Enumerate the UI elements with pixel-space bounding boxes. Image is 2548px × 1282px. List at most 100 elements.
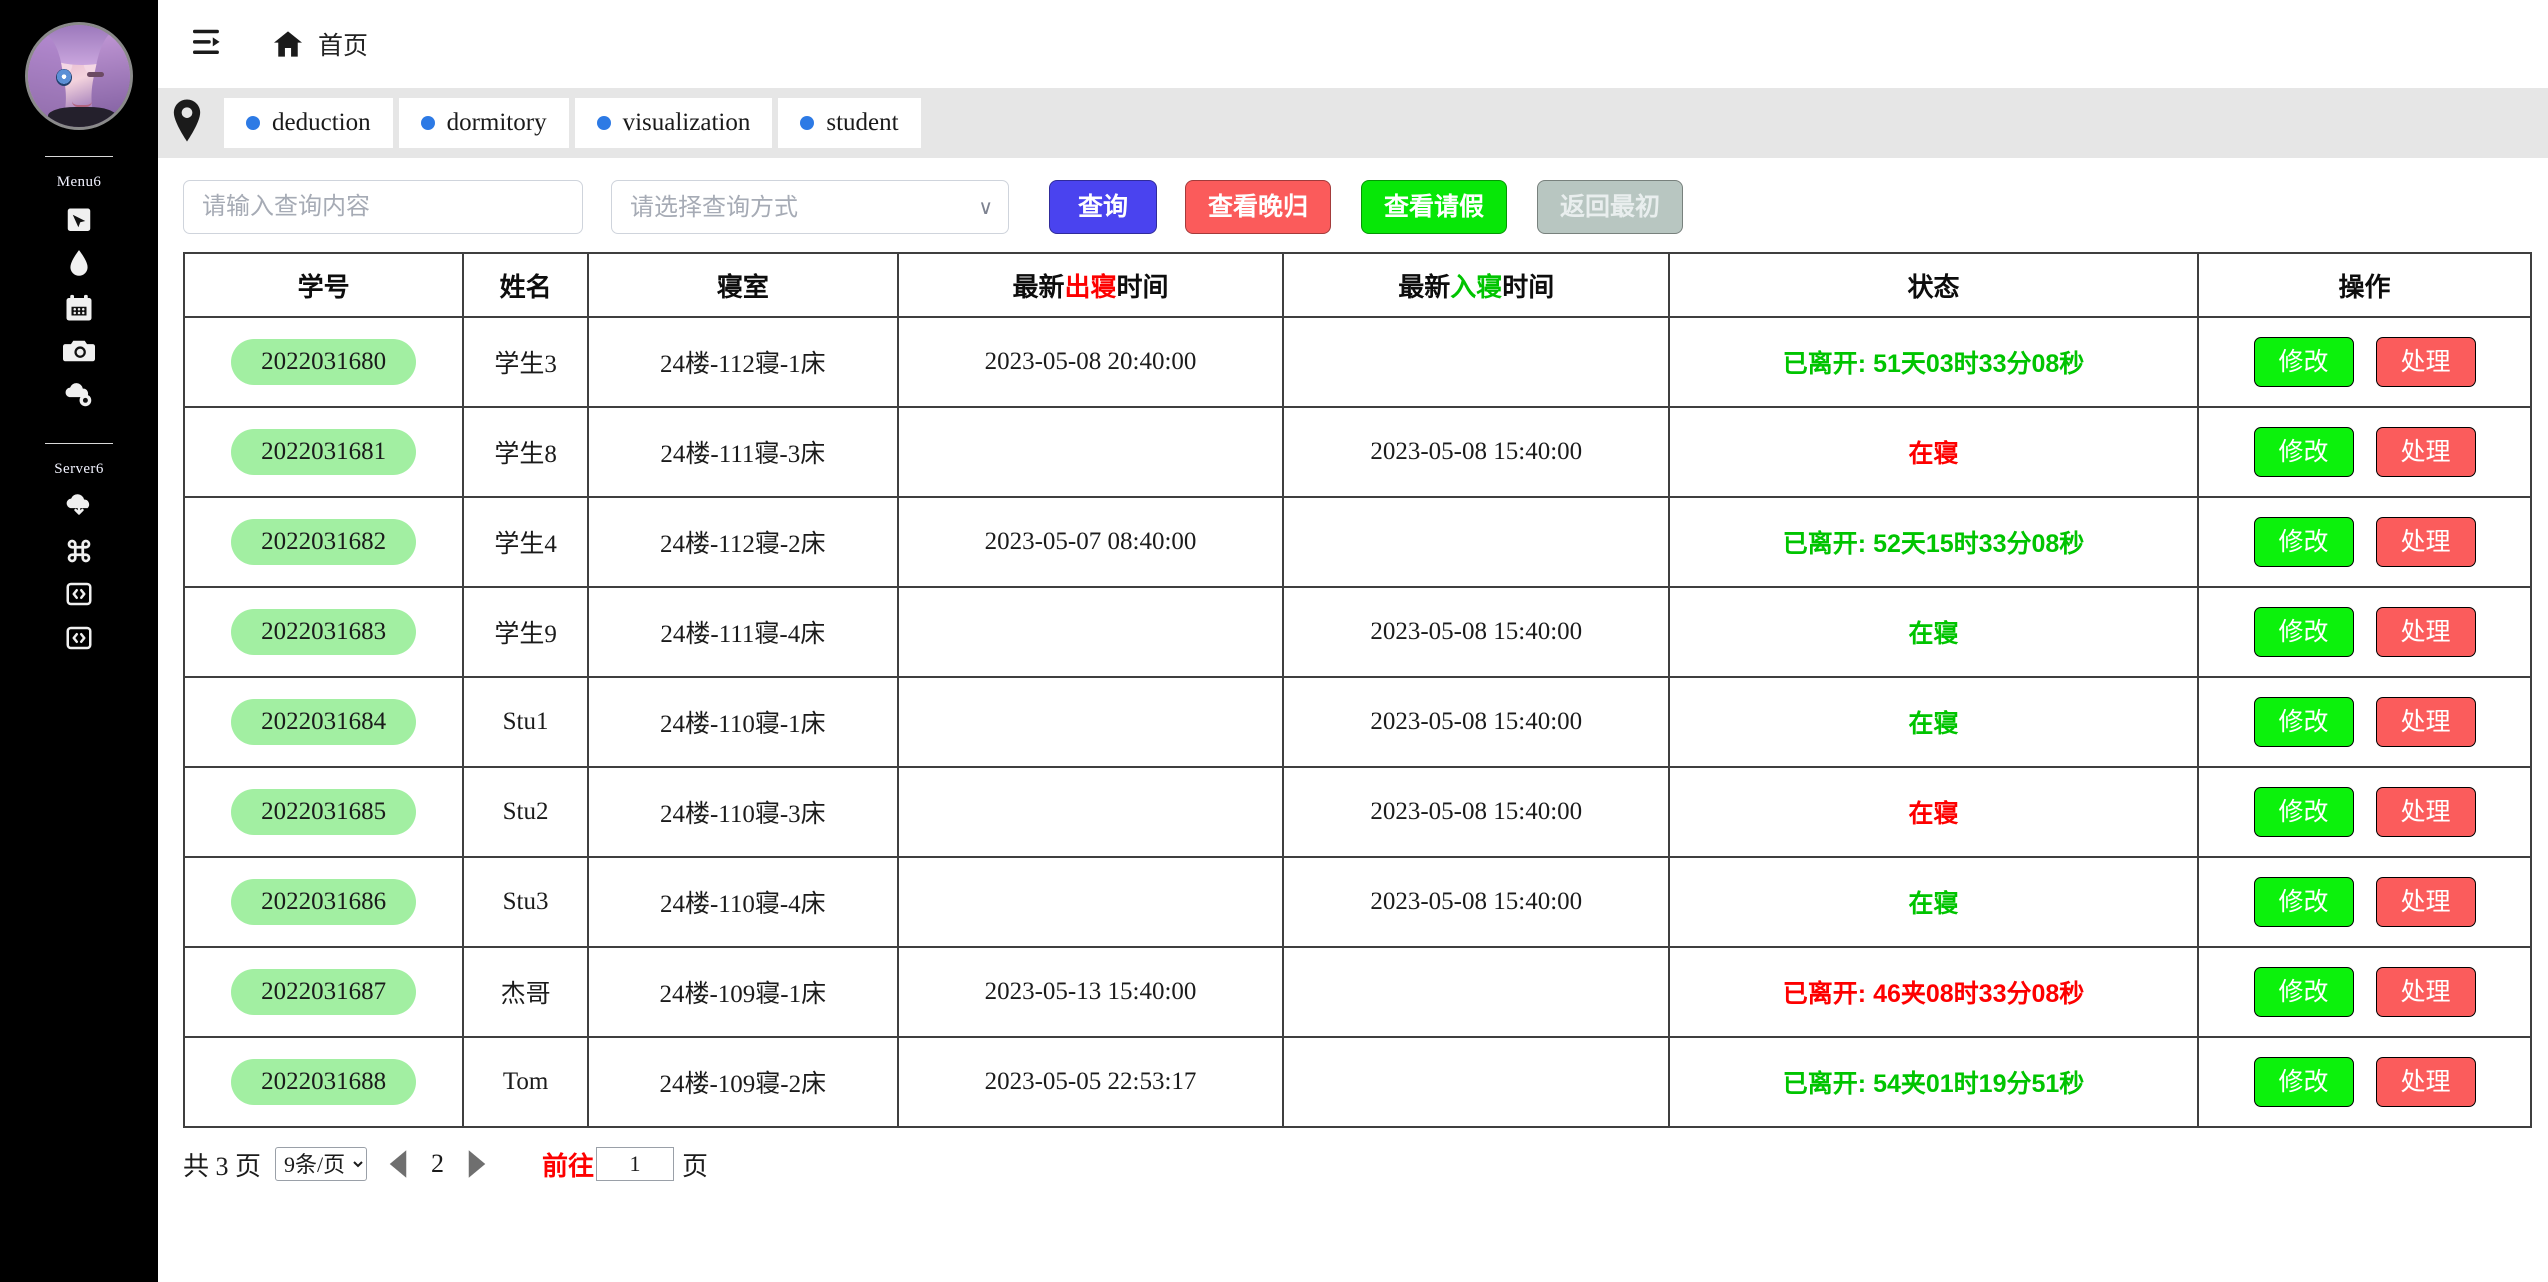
page-size-select[interactable]: 9条/页	[275, 1147, 368, 1181]
status-badge: 在寝	[1908, 800, 1959, 828]
handle-button[interactable]: 处理	[2375, 1057, 2476, 1107]
sidebar-item-code-brackets[interactable]	[0, 573, 158, 617]
cell-student-id: 2022031683	[182, 586, 465, 678]
tab-deduction[interactable]: deduction	[224, 98, 393, 148]
cell-student-id: 2022031682	[182, 496, 465, 588]
cell-room: 24楼-110寝-1床	[587, 676, 899, 768]
cell-operations: 修改 处理	[2197, 676, 2532, 768]
cell-operations: 修改 处理	[2197, 856, 2532, 948]
student-id-badge: 2022031680	[231, 339, 417, 385]
handle-button[interactable]: 处理	[2375, 967, 2476, 1017]
table-row: 2022031685 Stu2 24楼-110寝-3床 2023-05-08 15:4…	[182, 766, 2532, 858]
cell-status: 已离开: 46夹08时33分08秒	[1668, 946, 2199, 1038]
view-late-button[interactable]: 查看晚归	[1185, 180, 1332, 234]
cell-name: 学生8	[462, 406, 590, 498]
menu-collapse-icon	[191, 27, 225, 62]
edit-button[interactable]: 修改	[2253, 877, 2354, 927]
sidebar-item-calendar[interactable]	[0, 286, 158, 330]
current-page-number[interactable]: 2	[431, 1149, 444, 1179]
breadcrumb[interactable]: 首页	[272, 26, 368, 62]
query-button[interactable]: 查询	[1049, 180, 1158, 234]
cell-in-time	[1282, 1036, 1671, 1128]
menu-collapse-button[interactable]	[182, 18, 234, 70]
edit-button[interactable]: 修改	[2253, 517, 2354, 567]
cell-out-time: 2023-05-13 15:40:00	[896, 946, 1285, 1038]
handle-button[interactable]: 处理	[2375, 697, 2476, 747]
cell-name: 学生3	[462, 316, 590, 408]
view-leave-button[interactable]: 查看请假	[1361, 180, 1508, 234]
table-row: 2022031681 学生8 24楼-111寝-3床 2023-05-08 15:40…	[182, 406, 2532, 498]
handle-button[interactable]: 处理	[2375, 787, 2476, 837]
home-icon	[272, 29, 304, 59]
prev-page-button[interactable]	[381, 1144, 415, 1184]
table-header-text: 最新	[1398, 271, 1451, 302]
location-pin-icon[interactable]	[170, 99, 204, 147]
goto-page-input[interactable]	[596, 1147, 675, 1181]
page-unit-label: 页	[682, 1151, 709, 1181]
handle-button[interactable]: 处理	[2375, 337, 2476, 387]
tab-visualization[interactable]: visualization	[574, 98, 773, 148]
table-header-cell: 姓名	[462, 252, 590, 318]
sidebar-item-camera[interactable]	[0, 330, 158, 374]
sidebar-item-cloud-gear[interactable]	[0, 373, 158, 417]
cell-status: 在寝	[1668, 676, 2199, 768]
status-badge: 已离开: 51天03时33分08秒	[1782, 350, 2085, 378]
table-row: 2022031682 学生4 24楼-112寝-2床 2023-05-07 08:40…	[182, 496, 2532, 588]
query-mode-select[interactable]: 请选择查询方式	[611, 180, 1009, 234]
edit-button[interactable]: 修改	[2253, 337, 2354, 387]
student-id-badge: 2022031684	[231, 699, 417, 745]
tab-student[interactable]: student	[778, 98, 921, 148]
cell-student-id: 2022031684	[182, 676, 465, 768]
handle-button[interactable]: 处理	[2375, 427, 2476, 477]
cell-student-id: 2022031686	[182, 856, 465, 948]
cell-out-time: 2023-05-05 22:53:17	[896, 1036, 1285, 1128]
edit-button[interactable]: 修改	[2253, 607, 2354, 657]
status-badge: 已离开: 46夹08时33分08秒	[1782, 980, 2085, 1008]
edit-button[interactable]: 修改	[2253, 427, 2354, 477]
table-header-cell: 学号	[182, 252, 465, 318]
cell-status: 已离开: 52天15时33分08秒	[1668, 496, 2199, 588]
command-icon	[64, 536, 94, 566]
tab-label: visualization	[622, 109, 751, 136]
edit-button[interactable]: 修改	[2253, 697, 2354, 747]
tab-label: dormitory	[446, 109, 547, 136]
tab-dot-icon	[420, 116, 435, 130]
tab-dormitory[interactable]: dormitory	[398, 98, 569, 148]
handle-button[interactable]: 处理	[2375, 517, 2476, 567]
sidebar-item-command[interactable]	[0, 529, 158, 573]
table-header-text: 寝室	[716, 271, 769, 302]
table-row: 2022031683 学生9 24楼-111寝-4床 2023-05-08 15:40…	[182, 586, 2532, 678]
handle-button[interactable]: 处理	[2375, 877, 2476, 927]
avatar[interactable]	[25, 22, 133, 130]
next-page-button[interactable]	[460, 1144, 494, 1184]
cell-name: Stu1	[462, 676, 590, 768]
table-head: 学号 姓名 寝室 最新出寝时间 最新入寝时间 状态 操作	[182, 252, 2532, 318]
cell-in-time: 2023-05-08 15:40:00	[1282, 676, 1671, 768]
query-toolbar: 请选择查询方式 ∨ 查询 查看晚归 查看请假 返回最初	[158, 158, 2548, 252]
code-brackets-icon	[64, 579, 94, 609]
table-row: 2022031686 Stu3 24楼-110寝-4床 2023-05-08 15:4…	[182, 856, 2532, 948]
search-input[interactable]	[183, 180, 583, 234]
cell-out-time	[896, 856, 1285, 948]
table-header-cell: 最新出寝时间	[896, 252, 1285, 318]
reset-button[interactable]: 返回最初	[1537, 180, 1684, 234]
status-badge: 已离开: 52天15时33分08秒	[1782, 530, 2085, 558]
edit-button[interactable]: 修改	[2253, 967, 2354, 1017]
cell-out-time	[896, 586, 1285, 678]
edit-button[interactable]: 修改	[2253, 1057, 2354, 1107]
table-header-cell: 操作	[2197, 252, 2532, 318]
handle-button[interactable]: 处理	[2375, 607, 2476, 657]
edit-button[interactable]: 修改	[2253, 787, 2354, 837]
cell-room: 24楼-111寝-3床	[587, 406, 899, 498]
table-row: 2022031688 Tom 24楼-109寝-2床 2023-05-05 22:53…	[182, 1036, 2532, 1128]
sidebar-item-cloud-download[interactable]	[0, 486, 158, 530]
cell-status: 已离开: 54夹01时19分51秒	[1668, 1036, 2199, 1128]
cell-operations: 修改 处理	[2197, 946, 2532, 1038]
cloud-gear-icon	[63, 382, 95, 408]
breadcrumb-label: 首页	[318, 32, 369, 60]
status-badge: 在寝	[1908, 620, 1959, 648]
sidebar-item-pointer-select[interactable]	[0, 199, 158, 243]
sidebar-item-water-drop[interactable]	[0, 243, 158, 287]
sidebar-item-code-brackets-alt[interactable]	[0, 616, 158, 660]
cell-in-time: 2023-05-08 15:40:00	[1282, 406, 1671, 498]
